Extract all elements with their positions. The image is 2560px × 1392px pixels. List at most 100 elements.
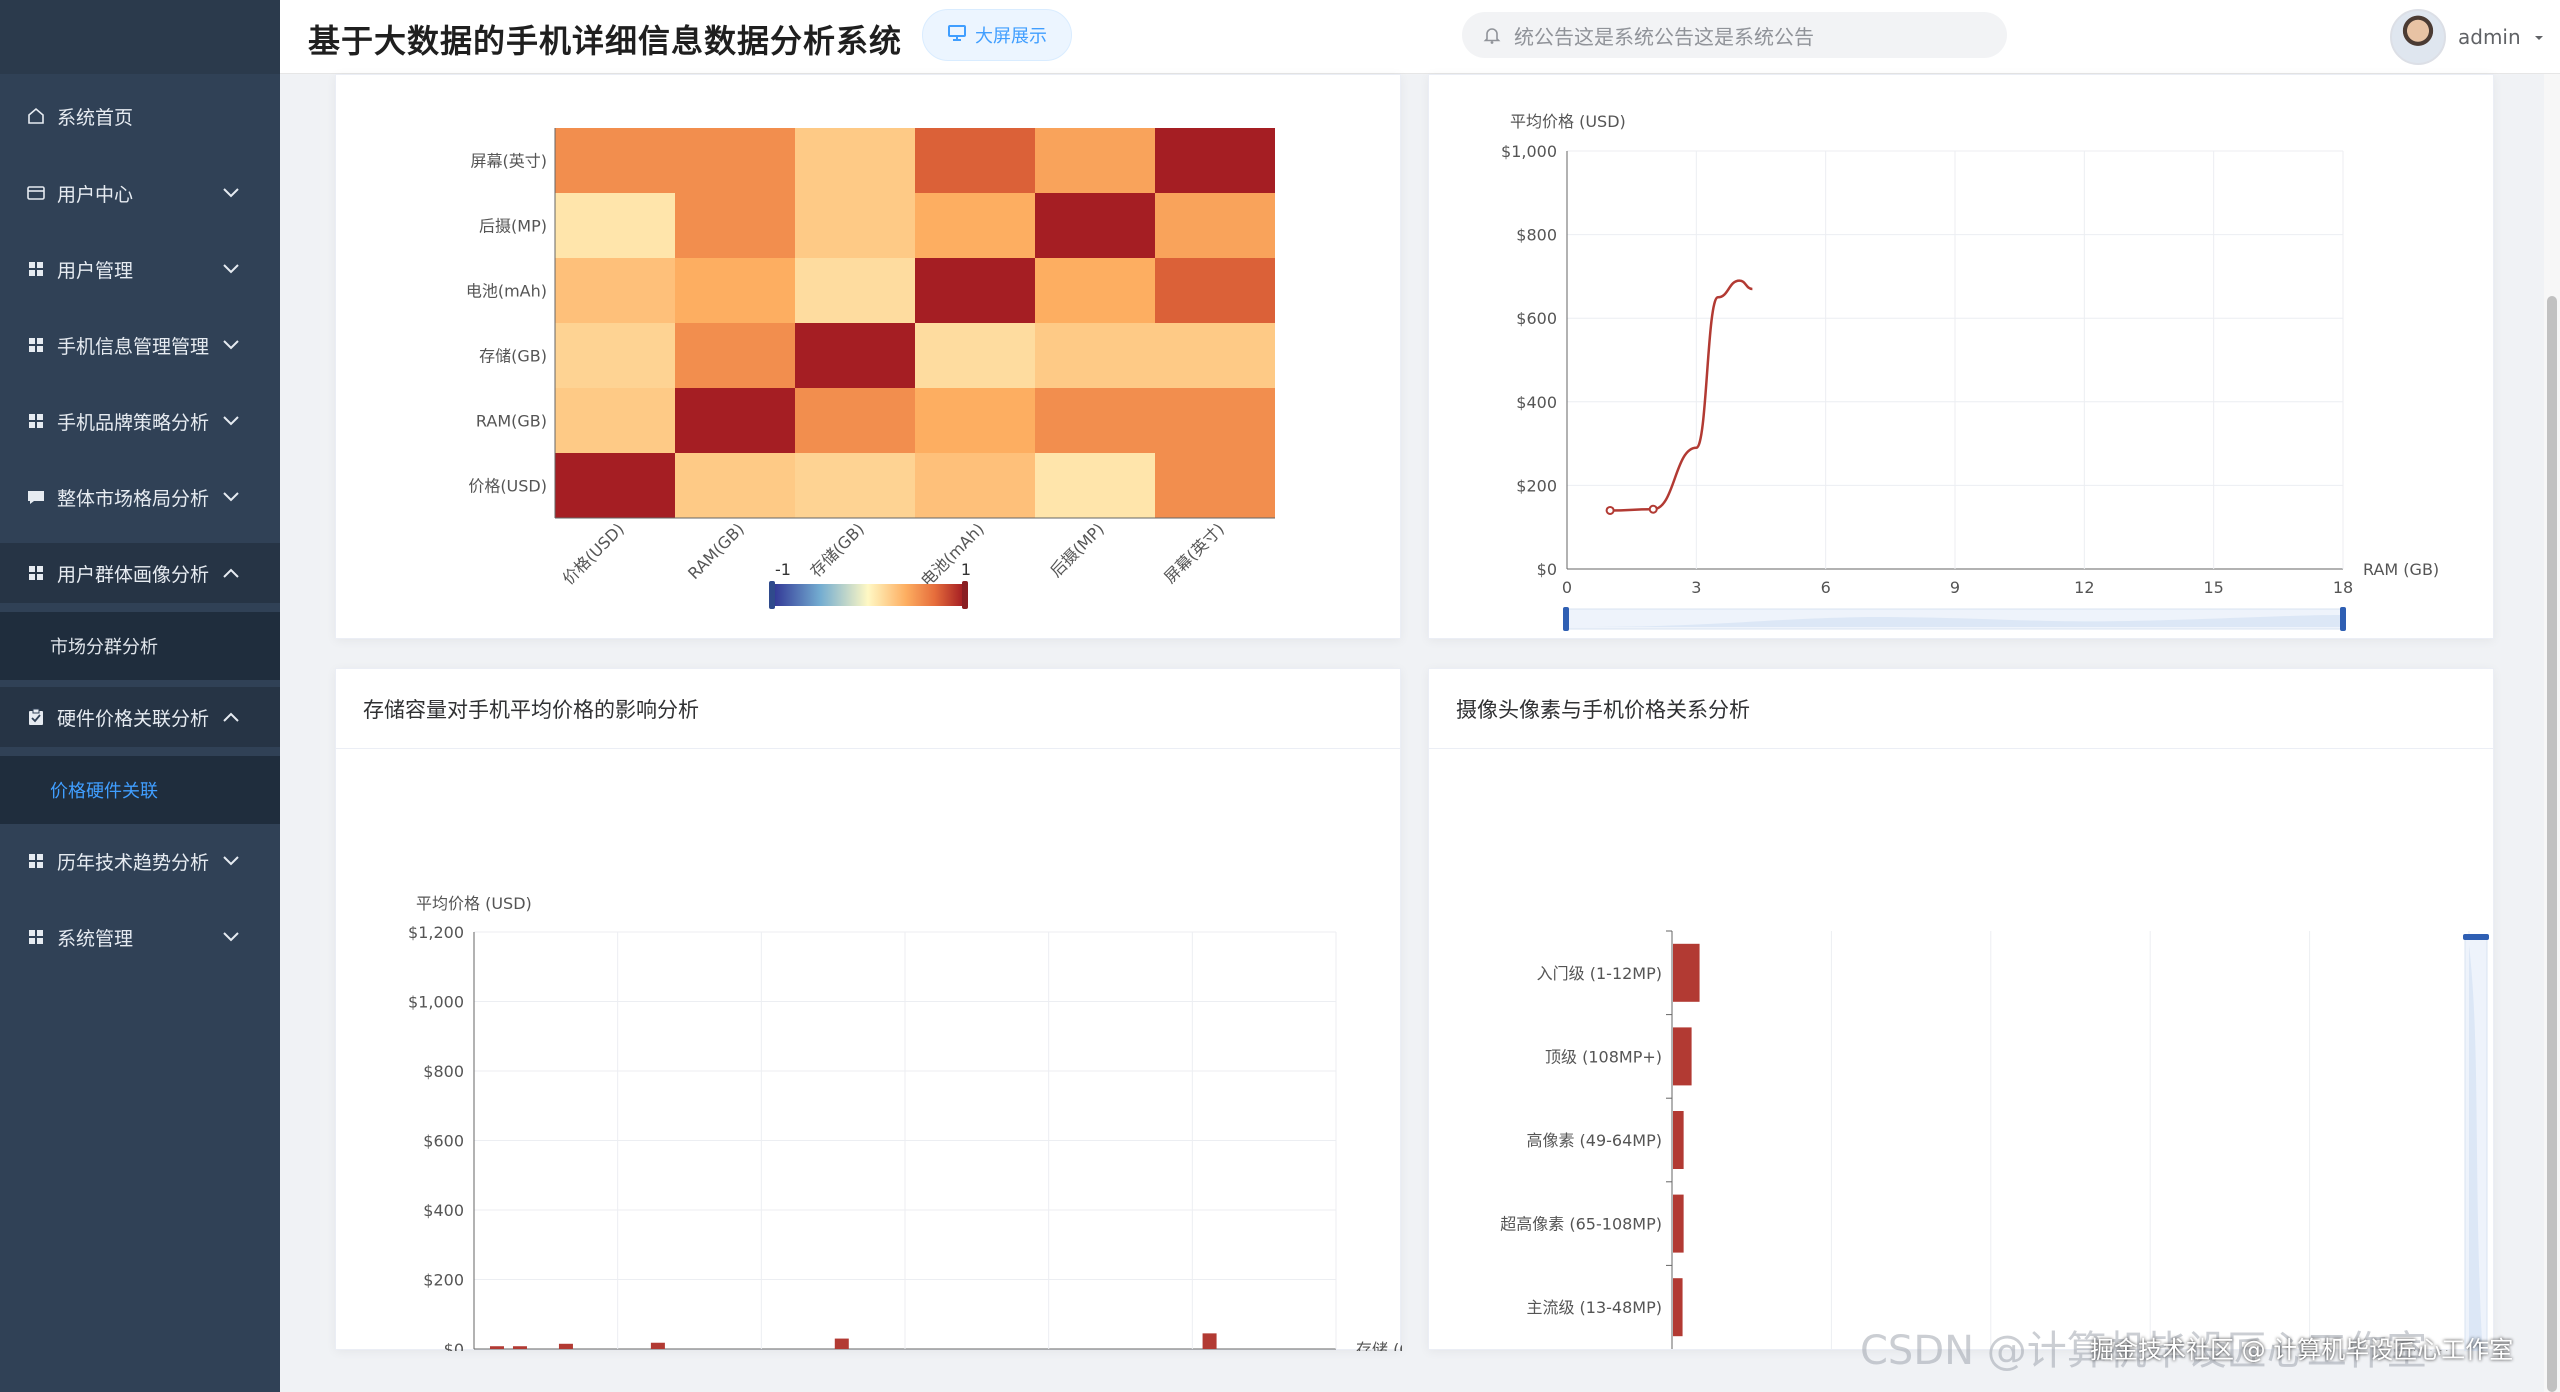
heatmap-x-label: 电池(mAh) <box>917 519 988 590</box>
sidebar-item-home[interactable]: 系统首页 <box>0 86 280 146</box>
sidebar-item-label: 手机信息管理管理 <box>57 335 210 358</box>
heatmap-y-label: 屏幕(英寸) <box>471 152 548 171</box>
heatmap-cell <box>1155 193 1275 258</box>
storage-price-chart: 平均价格 (USD) $0 $200 $400 $600 $800 $1,000 $1,200… <box>408 894 1402 1351</box>
heatmap-cell <box>915 258 1035 323</box>
heatmap-x-label: 存储(GB) <box>806 519 867 580</box>
heatmap-cell <box>795 128 915 193</box>
heatmap-cell <box>1035 323 1155 388</box>
avatar[interactable] <box>2390 9 2446 65</box>
page-scrollbar[interactable] <box>2544 74 2560 1392</box>
heatmap-x-label: 价格(USD) <box>559 519 628 588</box>
ram-y-tick-label: $1,000 <box>1501 142 1557 161</box>
ram-y-tick-label: $200 <box>1516 476 1557 495</box>
chevron-up-icon <box>216 711 246 723</box>
storage-y-tick-label: $1,200 <box>408 923 464 942</box>
sidebar-item-system[interactable]: 系统管理 <box>0 907 280 967</box>
grid-icon <box>25 926 47 948</box>
chevron-down-icon <box>216 855 246 867</box>
sidebar-item-label: 用户群体画像分析 <box>57 563 210 586</box>
heatmap-cell <box>1035 128 1155 193</box>
ram-x-tick-label: 12 <box>2074 578 2094 597</box>
visualmap-max-label: 1 <box>961 560 971 579</box>
heatmap-cell <box>675 128 795 193</box>
storage-y-tick-label: $0 <box>444 1340 464 1351</box>
heatmap-cell <box>675 323 795 388</box>
storage-bar <box>1202 1333 1217 1349</box>
heatmap-y-label: RAM(GB) <box>476 412 547 431</box>
visualmap-min-label: -1 <box>775 560 791 579</box>
heatmap-cell <box>555 388 675 453</box>
user-menu[interactable]: admin <box>2390 8 2545 66</box>
heatmap-cell <box>675 193 795 258</box>
camera-y-tick-label: 超高像素 (65-108MP) <box>1500 1215 1662 1234</box>
camera-y-tick-label: 顶级 (108MP+) <box>1545 1047 1662 1066</box>
chevron-down-icon <box>216 263 246 275</box>
sidebar-item-user-profile[interactable]: 用户群体画像分析 <box>0 543 280 603</box>
sidebar-item-label: 手机品牌策略分析 <box>57 411 210 434</box>
ram-x-tick-label: 6 <box>1821 578 1831 597</box>
ram-y-tick-label: $600 <box>1516 309 1557 328</box>
sidebar-item-tech-trend[interactable]: 历年技术趋势分析 <box>0 831 280 891</box>
chevron-down-icon <box>216 415 246 427</box>
heatmap-cell <box>1155 388 1275 453</box>
camera-bar <box>1673 1027 1692 1086</box>
chevron-down-icon <box>216 931 246 943</box>
ram-x-axis-title: RAM (GB) <box>2363 560 2439 579</box>
bigscreen-button[interactable]: 大屏展示 <box>922 9 1072 61</box>
heatmap-cell <box>675 453 795 518</box>
sidebar-subitem-price-hardware[interactable]: 价格硬件关联 <box>0 756 280 824</box>
scrollbar-thumb[interactable] <box>2547 296 2557 1392</box>
grid-icon <box>25 334 47 356</box>
notice-bar[interactable]: 统公告这是系统公告这是系统公告 <box>1462 12 2007 58</box>
correlation-heatmap-chart: 屏幕(英寸) 后摄(MP) 电池(mAh) 存储(GB) RAM(GB) 价格(USD) 价… <box>466 128 1275 609</box>
camera-bar <box>1673 1278 1683 1337</box>
visualmap-handle-max <box>962 581 968 609</box>
grid-icon <box>25 562 47 584</box>
heatmap-cell <box>555 193 675 258</box>
storage-bar <box>650 1342 665 1349</box>
sidebar-item-market[interactable]: 整体市场格局分析 <box>0 467 280 527</box>
storage-y-axis-title: 平均价格 (USD) <box>416 894 532 913</box>
clipboard-icon <box>25 706 47 728</box>
chevron-down-icon <box>216 339 246 351</box>
ram-x-tick-label: 15 <box>2203 578 2223 597</box>
heatmap-cell <box>1155 323 1275 388</box>
ram-x-tick-label: 3 <box>1691 578 1701 597</box>
heatmap-cell <box>1155 258 1275 323</box>
home-icon <box>25 105 47 127</box>
sidebar-item-label: 整体市场格局分析 <box>57 487 210 510</box>
sidebar-subitem-market-segment[interactable]: 市场分群分析 <box>0 612 280 680</box>
visualmap-gradient <box>773 584 963 606</box>
ram-datazoom-handle-right <box>2340 607 2346 631</box>
sidebar: 系统首页用户中心用户管理手机信息管理管理 手机品牌策略分析 整体市场格局分析 用户群体… <box>0 0 280 1392</box>
sidebar-item-hardware-price[interactable]: 硬件价格关联分析 <box>0 687 280 747</box>
ram-price-line <box>1610 279 1753 512</box>
heatmap-cell <box>795 193 915 258</box>
ram-x-tick-label: 9 <box>1950 578 1960 597</box>
sidebar-item-label: 硬件价格关联分析 <box>57 707 210 730</box>
heatmap-cell <box>795 453 915 518</box>
storage-y-tick-label: $200 <box>423 1271 464 1290</box>
camera-bar <box>1673 943 1700 1002</box>
sidebar-item-user-manage[interactable]: 用户管理 <box>0 239 280 299</box>
app-title: 基于大数据的手机详细信息数据分析系统 <box>308 22 903 60</box>
sidebar-item-phone-info[interactable]: 手机信息管理管理 <box>0 315 280 375</box>
heatmap-cell <box>675 388 795 453</box>
heatmap-cell <box>555 453 675 518</box>
sidebar-item-brand-strategy[interactable]: 手机品牌策略分析 <box>0 391 280 451</box>
sidebar-item-label: 用户中心 <box>57 183 134 206</box>
heatmap-cell <box>555 258 675 323</box>
heatmap-cell <box>915 193 1035 258</box>
camera-bar <box>1673 1111 1684 1169</box>
heatmap-cell <box>1155 453 1275 518</box>
heatmap-cell <box>1035 453 1155 518</box>
sidebar-item-user-center[interactable]: 用户中心 <box>0 163 280 223</box>
ram-y-tick-label: $400 <box>1516 393 1557 412</box>
watermark-overlay: 掘金技术社区 @ 计算机毕设匠心工作室 <box>2090 1336 2514 1364</box>
camera-bar <box>1673 1194 1684 1253</box>
user-name: admin <box>2458 25 2521 49</box>
storage-bar <box>512 1346 527 1349</box>
top-header: 基于大数据的手机详细信息数据分析系统 大屏展示 统公告这是系统公告这是系统公告 … <box>280 0 2560 74</box>
screen-icon <box>947 23 967 48</box>
